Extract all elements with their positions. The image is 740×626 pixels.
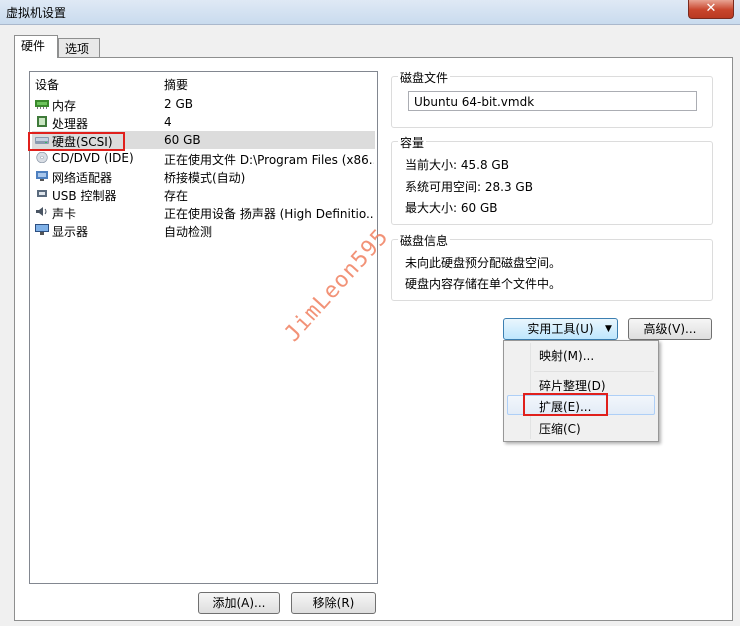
column-header-summary[interactable]: 摘要: [164, 76, 188, 93]
device-list-header: 设备 摘要: [30, 72, 377, 92]
menu-item-compact[interactable]: 压缩(C): [506, 417, 654, 437]
menu-item-label: 压缩(C): [539, 422, 581, 436]
device-row-display[interactable]: 显示器 自动检测: [32, 221, 375, 239]
usb-icon: [37, 190, 47, 197]
memory-icon: [35, 100, 49, 109]
current-size-text: 当前大小: 45.8 GB: [405, 158, 509, 172]
hard-disk-highlight-box: [28, 132, 125, 151]
disk-info-line-2: 硬盘内容存储在单个文件中。: [405, 277, 562, 291]
device-summary: 存在: [164, 189, 189, 203]
close-button[interactable]: ✕: [688, 0, 734, 19]
device-row-sound-card[interactable]: 声卡 正在使用设备 扬声器 (High Definitio...: [32, 203, 375, 221]
utilities-menu: 映射(M)... 碎片整理(D) 扩展(E)... 压缩(C): [503, 340, 659, 442]
menu-item-label: 映射(M)...: [539, 349, 595, 363]
capacity-group: 容量 当前大小: 45.8 GB 系统可用空间: 28.3 GB 最大大小: 6…: [391, 134, 713, 225]
expand-highlight-box: [523, 393, 608, 416]
device-summary: 60 GB: [164, 133, 201, 147]
disk-info-group: 磁盘信息 未向此硬盘预分配磁盘空间。 硬盘内容存储在单个文件中。: [391, 232, 713, 301]
menu-item-label: 碎片整理(D): [539, 379, 606, 393]
utilities-button-label: 实用工具(U): [527, 322, 594, 336]
tab-options[interactable]: 选项: [58, 38, 100, 58]
menu-item-map[interactable]: 映射(M)...: [506, 344, 654, 364]
menu-item-defragment[interactable]: 碎片整理(D): [506, 374, 654, 394]
tab-hardware[interactable]: 硬件: [14, 35, 58, 58]
cd-dvd-icon: [36, 152, 48, 163]
disk-info-line-1: 未向此硬盘预分配磁盘空间。: [405, 256, 562, 270]
window-title: 虚拟机设置: [6, 6, 67, 20]
device-row-cd-dvd[interactable]: CD/DVD (IDE) 正在使用文件 D:\Program Files (x8…: [32, 149, 375, 167]
free-space-text: 系统可用空间: 28.3 GB: [405, 180, 533, 194]
device-name: USB 控制器: [52, 189, 117, 203]
capacity-group-title: 容量: [398, 134, 427, 151]
utilities-button[interactable]: 实用工具(U) ▼: [503, 318, 618, 340]
column-header-device[interactable]: 设备: [35, 76, 59, 93]
device-name: 处理器: [52, 117, 89, 131]
network-adapter-icon: [36, 171, 48, 181]
vm-settings-window: 虚拟机设置 ✕ 硬件 选项 设备 摘要 内存 2 GB 处理器 4 硬盘(SCS…: [0, 0, 740, 626]
display-icon: [35, 224, 49, 235]
add-button[interactable]: 添加(A)...: [198, 592, 280, 614]
sound-card-icon: [36, 207, 47, 216]
device-summary: 正在使用设备 扬声器 (High Definitio...: [164, 207, 374, 221]
device-name: 内存: [52, 99, 77, 113]
device-summary: 桥接模式(自动): [164, 171, 246, 185]
device-row-memory[interactable]: 内存 2 GB: [32, 95, 375, 113]
hardware-panel: 设备 摘要 内存 2 GB 处理器 4 硬盘(SCSI) 60 GB CD/DV…: [14, 57, 733, 621]
device-name: 显示器: [52, 225, 89, 239]
advanced-button[interactable]: 高级(V)...: [628, 318, 712, 340]
device-summary: 正在使用文件 D:\Program Files (x86...: [164, 153, 374, 167]
menu-separator: [534, 371, 654, 372]
title-bar: 虚拟机设置 ✕: [0, 0, 740, 25]
device-summary: 4: [164, 115, 172, 129]
device-name: 声卡: [52, 207, 77, 221]
disk-file-group-title: 磁盘文件: [398, 69, 451, 86]
remove-button[interactable]: 移除(R): [291, 592, 376, 614]
dropdown-arrow-icon: ▼: [605, 324, 612, 334]
max-size-text: 最大大小: 60 GB: [405, 201, 498, 215]
device-name: 网络适配器: [52, 171, 113, 185]
disk-file-field[interactable]: Ubuntu 64-bit.vmdk: [408, 91, 697, 111]
disk-file-group: 磁盘文件 Ubuntu 64-bit.vmdk: [391, 69, 713, 128]
device-summary: 2 GB: [164, 97, 193, 111]
device-row-network-adapter[interactable]: 网络适配器 桥接模式(自动): [32, 167, 375, 185]
device-name: CD/DVD (IDE): [52, 151, 134, 165]
disk-info-group-title: 磁盘信息: [398, 232, 451, 249]
processor-icon: [37, 116, 47, 127]
device-row-usb-controller[interactable]: USB 控制器 存在: [32, 185, 375, 203]
device-row-processor[interactable]: 处理器 4: [32, 113, 375, 131]
device-list[interactable]: 设备 摘要 内存 2 GB 处理器 4 硬盘(SCSI) 60 GB CD/DV…: [28, 71, 378, 584]
device-summary: 自动检测: [164, 225, 213, 239]
